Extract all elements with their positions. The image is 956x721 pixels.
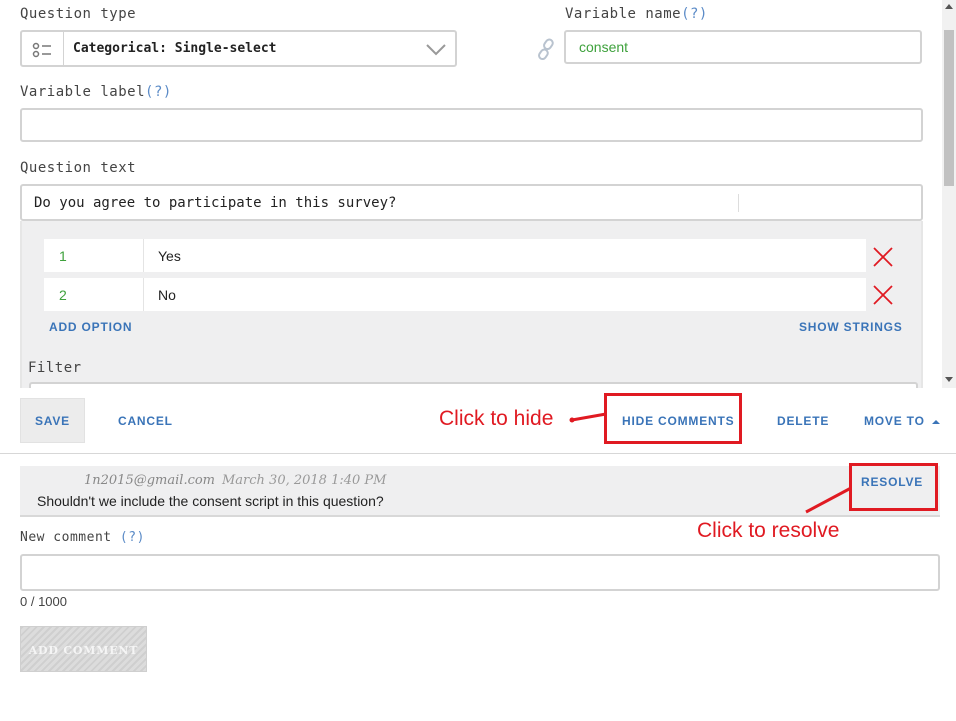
option-text[interactable]: No [158, 287, 176, 303]
variable-label-input[interactable] [20, 108, 923, 142]
option-row: 2 No [44, 278, 866, 311]
question-text-input[interactable]: Do you agree to participate in this surv… [20, 184, 923, 221]
option-divider [143, 278, 144, 311]
option-divider [143, 239, 144, 272]
options-panel: 1 Yes 2 No ADD OPTION SHOW STRINGS Filte… [20, 221, 923, 388]
variable-label-label: Variable label(?) [20, 84, 172, 100]
variable-name-input[interactable]: consent [564, 30, 922, 64]
scroll-up-arrow[interactable] [945, 4, 953, 9]
question-editor-panel: Question type Categorical: Single-select… [0, 0, 942, 388]
resolve-annotation-arrow [803, 485, 853, 515]
question-type-value: Categorical: Single-select [73, 41, 277, 56]
scrollbar-thumb[interactable] [944, 30, 954, 186]
option-code[interactable]: 2 [59, 287, 67, 303]
new-comment-label: New comment (?) [20, 530, 145, 545]
variable-name-label-text: Variable name [565, 6, 682, 22]
comment-item: 1n2015@gmail.com March 30, 2018 1:40 PM … [20, 466, 940, 517]
comment-author: 1n2015@gmail.com [84, 473, 216, 488]
filter-label: Filter [28, 360, 82, 376]
scrollbar[interactable] [942, 0, 956, 388]
text-cursor-divider [738, 194, 739, 212]
character-counter: 0 / 1000 [20, 594, 67, 609]
resolve-highlight [849, 463, 938, 511]
comment-date: March 30, 2018 1:40 PM [222, 473, 387, 488]
add-comment-button[interactable]: ADD COMMENT [20, 626, 147, 672]
list-icon [32, 41, 54, 59]
variable-name-help[interactable]: (?) [681, 6, 708, 22]
question-type-label: Question type [20, 6, 137, 22]
move-to-button[interactable]: MOVE TO [864, 414, 940, 428]
question-text-value: Do you agree to participate in this surv… [34, 195, 397, 211]
variable-label-text: Variable label [20, 84, 146, 100]
add-option-button[interactable]: ADD OPTION [49, 320, 132, 334]
caret-up-icon [931, 419, 940, 424]
add-comment-label: ADD COMMENT [28, 644, 139, 657]
link-icon[interactable] [536, 38, 556, 61]
question-type-select[interactable]: Categorical: Single-select [20, 30, 457, 67]
delete-option-icon[interactable] [872, 246, 894, 268]
question-text-label: Question text [20, 160, 137, 176]
save-label: SAVE [35, 414, 70, 428]
variable-name-value: consent [579, 39, 629, 55]
chevron-down-icon[interactable] [426, 43, 446, 56]
resolve-annotation-text: Click to resolve [697, 519, 840, 542]
delete-button[interactable]: DELETE [777, 414, 829, 428]
delete-option-icon[interactable] [872, 284, 894, 306]
new-comment-label-text: New comment [20, 530, 112, 545]
new-comment-help[interactable]: (?) [120, 530, 145, 545]
save-button[interactable]: SAVE [20, 398, 85, 443]
move-to-label: MOVE TO [864, 414, 925, 428]
select-divider [63, 32, 64, 65]
comment-text: Shouldn't we include the consent script … [37, 493, 384, 509]
scroll-down-arrow[interactable] [945, 377, 953, 382]
option-text[interactable]: Yes [158, 248, 181, 264]
variable-name-label: Variable name(?) [565, 6, 708, 22]
option-code[interactable]: 1 [59, 248, 67, 264]
show-strings-button[interactable]: SHOW STRINGS [799, 320, 903, 334]
variable-label-help[interactable]: (?) [145, 84, 172, 100]
new-comment-input[interactable] [20, 554, 940, 591]
hide-comments-highlight [604, 393, 742, 444]
hide-annotation-arrow [568, 408, 608, 424]
hide-annotation-text: Click to hide [439, 407, 554, 430]
option-row: 1 Yes [44, 239, 866, 272]
cancel-button[interactable]: CANCEL [118, 414, 173, 428]
